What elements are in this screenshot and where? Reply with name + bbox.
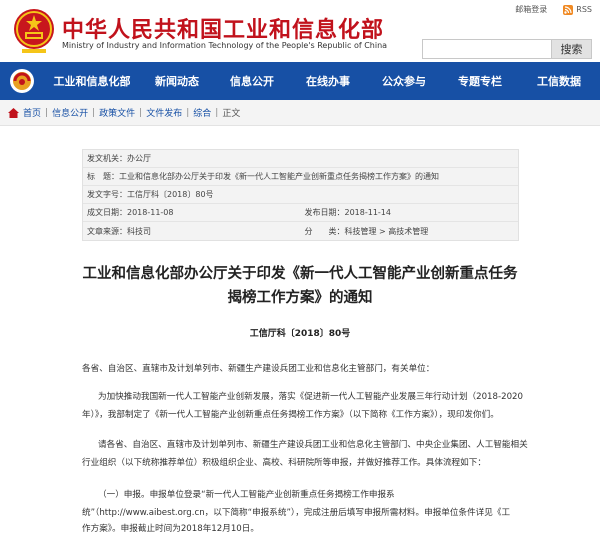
site-title: 中华人民共和国工业和信息化部 <box>62 18 385 43</box>
search-box: 搜索 <box>422 39 592 59</box>
breadcrumb-info-disclosure[interactable]: 信息公开 <box>52 106 88 119</box>
nav-item-ministry[interactable]: 工业和信息化部 <box>44 62 140 100</box>
main-nav: 工业和信息化部 新闻动态 信息公开 在线办事 公众参与 专题专栏 工信数据 <box>0 62 600 100</box>
nav-logo[interactable] <box>0 62 44 100</box>
meta-category: 分 类：科技管理 > 高技术管理 <box>304 226 429 236</box>
paragraph-2-line-2: 行业组织（以下统称推荐单位）积极组织企业、高校、科研院所等申报，并做好推荐工作。… <box>82 458 486 468</box>
breadcrumb-policy-docs[interactable]: 政策文件 <box>99 106 135 119</box>
nav-item-data[interactable]: 工信数据 <box>518 62 600 100</box>
breadcrumb: 首页 | 信息公开 | 政策文件 | 文件发布 | 综合 | 正文 <box>0 100 600 126</box>
meta-source: 文章来源：科技司 <box>87 226 151 236</box>
nav-item-online-service[interactable]: 在线办事 <box>290 62 366 100</box>
meta-title-row: 标 题： 工业和信息化部办公厅关于印发《新一代人工智能产业创新重点任务揭榜工作方… <box>83 168 518 186</box>
document-title: 工业和信息化部办公厅关于印发《新一代人工智能产业创新重点任务 揭榜工作方案》的通… <box>40 262 560 310</box>
breadcrumb-doc-release[interactable]: 文件发布 <box>146 106 182 119</box>
breadcrumb-separator: | <box>92 107 96 118</box>
rss-label: RSS <box>576 5 592 14</box>
search-button[interactable]: 搜索 <box>551 40 591 58</box>
breadcrumb-home[interactable]: 首页 <box>23 106 41 119</box>
breadcrumb-separator: | <box>215 107 219 118</box>
nav-item-news[interactable]: 新闻动态 <box>140 62 214 100</box>
breadcrumb-current: 正文 <box>222 109 241 119</box>
rss-icon <box>563 4 574 15</box>
search-input[interactable] <box>423 40 551 58</box>
salutation: 各省、自治区、直辖市及计划单列市、新疆生产建设兵团工业和信息化主管部门，有关单位… <box>82 364 435 374</box>
paragraph-3-line-1: （一）申报。申报单位登录“新一代人工智能产业创新重点任务揭榜工作申报系 <box>98 490 395 500</box>
breadcrumb-separator: | <box>45 107 49 118</box>
nav-item-special-topics[interactable]: 专题专栏 <box>442 62 518 100</box>
paragraph-2-line-1: 请各省、自治区、直辖市及计划单列市、新疆生产建设兵团工业和信息化主管部门、中央企… <box>98 440 528 450</box>
meta-created-date: 成文日期：2018-11-08 <box>83 204 301 222</box>
site-header: 中华人民共和国工业和信息化部 Ministry of Industry and … <box>0 0 600 62</box>
site-subtitle: Ministry of Industry and Information Tec… <box>62 41 388 50</box>
meta-title-label: 标 题： <box>87 172 119 181</box>
document-meta-table: 发文机关：办公厅 标 题： 工业和信息化部办公厅关于印发《新一代人工智能产业创新… <box>82 149 519 241</box>
mail-login-link[interactable]: 邮箱登录 <box>515 4 547 15</box>
paragraph-1-line-2: 年）》，我部制定了《新一代人工智能产业创新重点任务揭榜工作方案》（以下简称《工作… <box>82 410 499 420</box>
nav-item-public-participation[interactable]: 公众参与 <box>366 62 442 100</box>
document-title-line-2: 揭榜工作方案》的通知 <box>227 290 373 306</box>
meta-published-date: 发布日期：2018-11-14 <box>300 204 518 222</box>
home-icon <box>8 107 19 118</box>
miit-logo-icon <box>10 69 34 93</box>
paragraph-3-line-3: 作方案》。申报截止时间为2018年12月10日。 <box>82 524 259 534</box>
breadcrumb-separator: | <box>139 107 143 118</box>
document-number: 工信厅科〔2018〕80号 <box>249 329 351 339</box>
national-emblem-icon <box>14 9 54 53</box>
document-title-line-1: 工业和信息化部办公厅关于印发《新一代人工智能产业创新重点任务 <box>82 266 518 282</box>
top-links: 邮箱登录 RSS <box>515 4 592 15</box>
meta-title-value: 工业和信息化部办公厅关于印发《新一代人工智能产业创新重点任务揭榜工作方案》的通知 <box>119 172 439 181</box>
rss-link[interactable]: RSS <box>563 4 592 15</box>
nav-item-info-disclosure[interactable]: 信息公开 <box>214 62 290 100</box>
meta-issuer: 发文机关：办公厅 <box>83 150 518 168</box>
breadcrumb-separator: | <box>186 107 190 118</box>
meta-doc-number: 发文字号：工信厅科〔2018〕80号 <box>83 186 518 204</box>
breadcrumb-general[interactable]: 综合 <box>193 106 211 119</box>
paragraph-1-line-1: 为加快推动我国新一代人工智能产业创新发展，落实《促进新一代人工智能产业发展三年行… <box>98 392 523 402</box>
